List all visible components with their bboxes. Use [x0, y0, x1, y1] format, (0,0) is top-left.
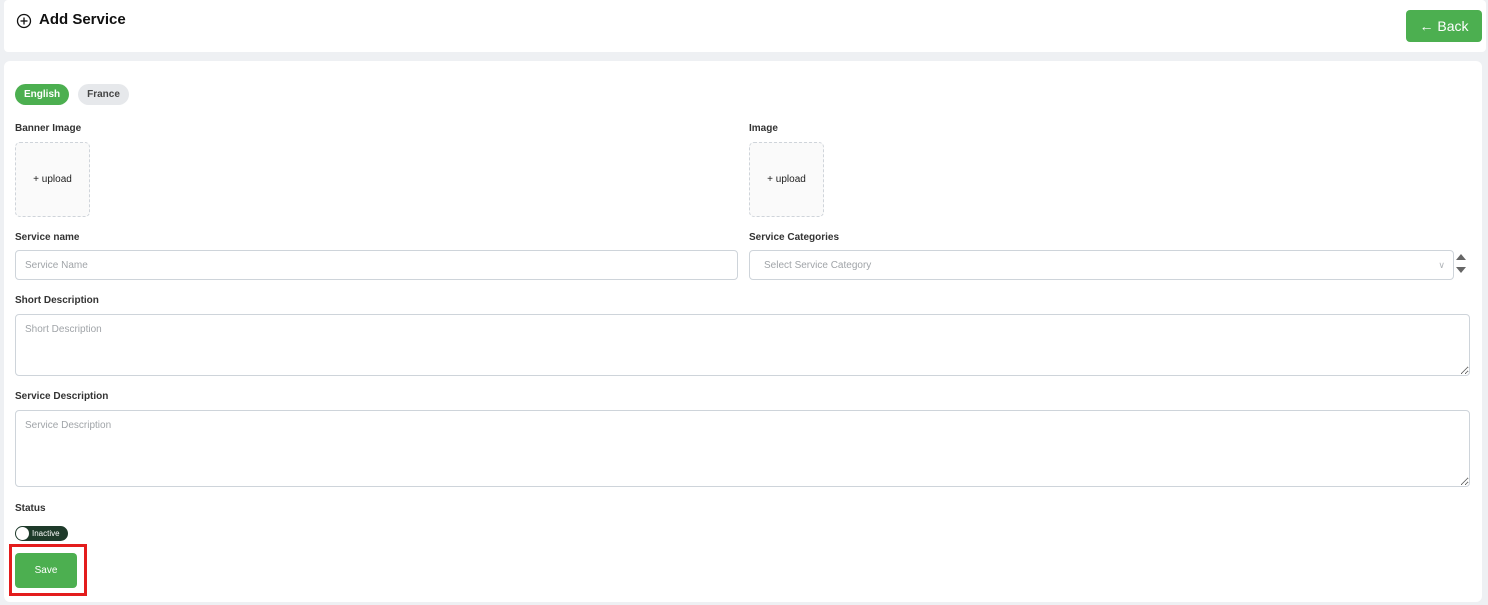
chevron-down-icon: ∨	[1438, 260, 1445, 270]
service-description-label: Service Description	[15, 391, 109, 402]
banner-upload-text: + upload	[33, 174, 72, 185]
service-category-placeholder: Select Service Category	[764, 259, 872, 271]
tab-france[interactable]: France	[78, 84, 129, 105]
image-upload[interactable]: + upload	[749, 142, 824, 217]
arrow-down-icon[interactable]	[1456, 267, 1466, 273]
tab-english[interactable]: English	[15, 84, 70, 105]
back-button[interactable]: ← Back	[1406, 10, 1482, 42]
plus-circle-icon	[16, 13, 32, 29]
image-label: Image	[749, 123, 778, 134]
save-button[interactable]: Save	[15, 553, 77, 588]
short-description-label: Short Description	[15, 295, 99, 306]
arrow-up-icon[interactable]	[1456, 254, 1466, 260]
image-upload-text: + upload	[767, 174, 806, 185]
form-card: English France Banner Image + upload Ima…	[4, 61, 1482, 602]
toggle-knob	[16, 527, 29, 540]
service-categories-label: Service Categories	[749, 232, 840, 243]
status-label: Status	[15, 503, 46, 514]
short-description-input[interactable]	[15, 314, 1470, 376]
status-toggle[interactable]: Inactive	[15, 526, 68, 541]
banner-image-label: Banner Image	[15, 123, 82, 134]
page-title: Add Service	[39, 11, 126, 28]
service-category-select[interactable]: Select Service Category ∨	[749, 250, 1454, 280]
status-toggle-text: Inactive	[32, 529, 60, 538]
page-header: Add Service ← Back	[4, 0, 1486, 52]
service-description-input[interactable]	[15, 410, 1470, 487]
language-tabs: English France	[15, 84, 129, 105]
scroll-spinner[interactable]	[1456, 252, 1466, 276]
service-name-input[interactable]	[15, 250, 738, 280]
banner-image-upload[interactable]: + upload	[15, 142, 90, 217]
service-name-label: Service name	[15, 232, 80, 243]
